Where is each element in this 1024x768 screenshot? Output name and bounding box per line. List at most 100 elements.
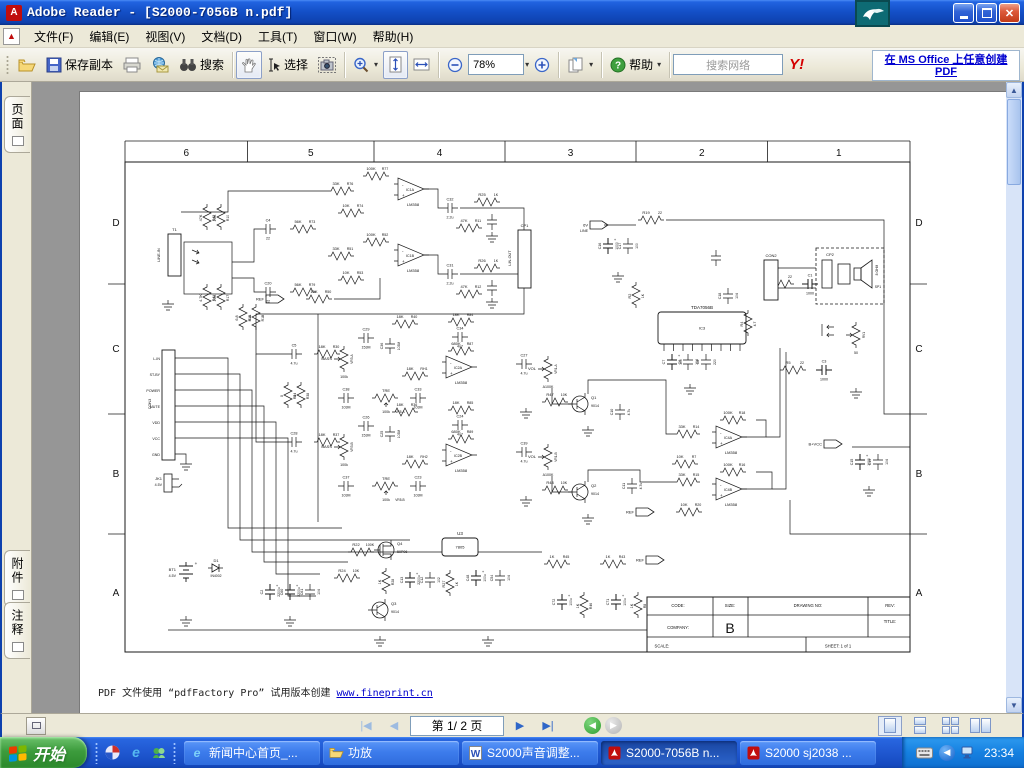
language-bar-icon[interactable]: ◀ xyxy=(939,745,955,761)
menu-window[interactable]: 窗口(W) xyxy=(305,25,364,48)
sch-vtext: LIN-OUT xyxy=(508,250,512,266)
statusbar-options-button[interactable] xyxy=(26,717,46,735)
menu-edit[interactable]: 编辑(E) xyxy=(81,25,137,48)
title-bar[interactable]: A Adobe Reader - [S2000-7056B n.pdf] ✕ xyxy=(0,0,1024,25)
minimize-button[interactable] xyxy=(953,3,974,23)
web-search-input[interactable]: 搜索网络 xyxy=(673,54,783,75)
menu-tools[interactable]: 工具(T) xyxy=(250,25,305,48)
continuous-facing-layout-button[interactable] xyxy=(938,716,962,736)
open-button[interactable] xyxy=(13,51,41,79)
first-page-button[interactable]: |◀ xyxy=(354,717,378,735)
sch-conn xyxy=(162,350,175,460)
prev-page-button[interactable]: ◀ xyxy=(382,717,406,735)
svg-text:0: 0 xyxy=(293,395,297,397)
fit-page-button[interactable] xyxy=(383,51,408,79)
close-button[interactable]: ✕ xyxy=(999,3,1020,23)
svg-text:+: + xyxy=(402,259,405,264)
save-copy-button[interactable]: 保存副本 xyxy=(41,51,118,79)
hand-tool-button[interactable] xyxy=(236,51,262,79)
next-page-button[interactable]: ▶ xyxy=(508,717,532,735)
sch-opamp: -+IC2ALM358 xyxy=(442,356,477,385)
vertical-scrollbar[interactable]: ▲ ▼ xyxy=(1006,82,1022,713)
fineprint-link[interactable]: www.fineprint.cn xyxy=(336,688,432,699)
svg-text:33K: 33K xyxy=(332,181,339,186)
select-tool-button[interactable]: 选择 xyxy=(262,51,313,79)
svg-text:33K: 33K xyxy=(678,424,685,429)
scroll-up-arrow[interactable]: ▲ xyxy=(1006,82,1022,98)
quick-launch-ie-icon[interactable]: e xyxy=(127,744,144,761)
snapshot-button[interactable] xyxy=(313,51,341,79)
last-page-button[interactable]: ▶| xyxy=(536,717,560,735)
zoom-in-tool-button[interactable]: ▾ xyxy=(348,51,383,79)
svg-text:R47: R47 xyxy=(546,392,554,397)
windows-taskbar: 开始 e e 新闻中心首页_... 功放 xyxy=(0,737,1024,768)
svg-text:104: 104 xyxy=(507,575,511,581)
zoom-in-button[interactable] xyxy=(529,51,555,79)
sch-cap-v: C8220 xyxy=(696,354,717,370)
menu-view[interactable]: 视图(V) xyxy=(137,25,193,48)
ie-icon: e xyxy=(189,745,205,761)
taskbar-item-other-pdf[interactable]: S2000 sj2038 ... xyxy=(740,741,876,765)
email-button[interactable] xyxy=(146,51,174,79)
tab-attachments[interactable]: 附件 xyxy=(4,550,30,607)
taskbar-item-news[interactable]: e 新闻中心首页_... xyxy=(184,741,320,765)
menu-file[interactable]: 文件(F) xyxy=(26,25,81,48)
svg-text:C23: C23 xyxy=(415,476,422,480)
facing-layout-button[interactable] xyxy=(968,716,992,736)
svg-text:33K: 33K xyxy=(332,246,339,251)
quick-launch-app-icon[interactable] xyxy=(104,744,121,761)
quick-launch-grip[interactable] xyxy=(95,742,98,764)
menu-document[interactable]: 文档(D) xyxy=(193,25,250,48)
taskbar-item-word-doc[interactable]: W S2000声音调整... xyxy=(462,741,598,765)
zoom-level-combo[interactable]: 78% xyxy=(468,54,524,75)
svg-text:R79: R79 xyxy=(309,283,316,287)
taskbar-item-folder[interactable]: 功放 xyxy=(323,741,459,765)
scroll-thumb[interactable] xyxy=(1007,99,1021,185)
svg-text:C72: C72 xyxy=(552,599,556,606)
menu-help[interactable]: 帮助(H) xyxy=(365,25,422,48)
network-icon[interactable] xyxy=(961,746,976,759)
yahoo-button[interactable]: Y! xyxy=(789,56,804,73)
quick-launch-msn-icon[interactable] xyxy=(150,744,167,761)
svg-text:B: B xyxy=(916,469,923,480)
svg-text:IC4B: IC4B xyxy=(724,488,733,492)
help-button[interactable]: ? 帮助 ▾ xyxy=(605,51,666,79)
svg-text:C38: C38 xyxy=(343,388,350,392)
search-button[interactable]: 搜索 xyxy=(174,51,229,79)
svg-text:103M: 103M xyxy=(397,430,401,439)
page-display-button[interactable]: ▾ xyxy=(562,51,598,79)
svg-text:C28: C28 xyxy=(291,432,298,436)
pdf-page[interactable]: 654321DDCCBBAAT1LINE-IN47KR4220KR104.7KR… xyxy=(79,91,1006,713)
svg-text:CP2: CP2 xyxy=(826,252,835,257)
taskbar-item-current-pdf[interactable]: S2000-7056B n... xyxy=(601,741,737,765)
document-canvas[interactable]: 654321DDCCBBAAT1LINE-IN47KR4220KR104.7KR… xyxy=(32,82,1006,713)
svg-text:R40: R40 xyxy=(411,315,418,319)
scroll-track[interactable] xyxy=(1006,98,1022,697)
history-forward-button[interactable]: ▶ xyxy=(605,717,622,734)
tab-pages[interactable]: 页面 xyxy=(4,96,30,153)
ms-office-pdf-link[interactable]: 在 MS Office 上任意创建 PDF xyxy=(872,50,1020,81)
print-button[interactable] xyxy=(118,51,146,79)
restore-button[interactable] xyxy=(976,3,997,23)
zoom-out-button[interactable] xyxy=(442,51,468,79)
fit-width-button[interactable] xyxy=(408,51,435,79)
sch-cap-h: C38103M xyxy=(338,388,354,410)
history-back-button[interactable]: ◀ xyxy=(584,717,601,734)
keyboard-icon[interactable] xyxy=(916,747,933,759)
svg-text:B: B xyxy=(725,620,734,636)
page-number-field[interactable]: 第 1/ 2 页 xyxy=(410,716,504,736)
svg-text:22: 22 xyxy=(788,275,792,279)
pdf-doc-icon[interactable]: ▲ xyxy=(3,28,20,45)
toolbar-grip[interactable] xyxy=(5,54,10,76)
tab-comments[interactable]: 注释 xyxy=(4,602,30,659)
sch-res-h: 18KRH2 xyxy=(402,454,428,468)
start-button[interactable]: 开始 xyxy=(0,737,87,768)
scroll-down-arrow[interactable]: ▼ xyxy=(1006,697,1022,713)
floating-app-icon[interactable] xyxy=(855,0,890,27)
svg-text:C60: C60 xyxy=(280,589,284,596)
sch-res-h: 1KR43 xyxy=(600,554,626,568)
taskbar-grip[interactable] xyxy=(173,742,176,764)
single-page-layout-button[interactable] xyxy=(878,716,902,736)
svg-text:C2: C2 xyxy=(260,590,264,595)
continuous-layout-button[interactable] xyxy=(908,716,932,736)
